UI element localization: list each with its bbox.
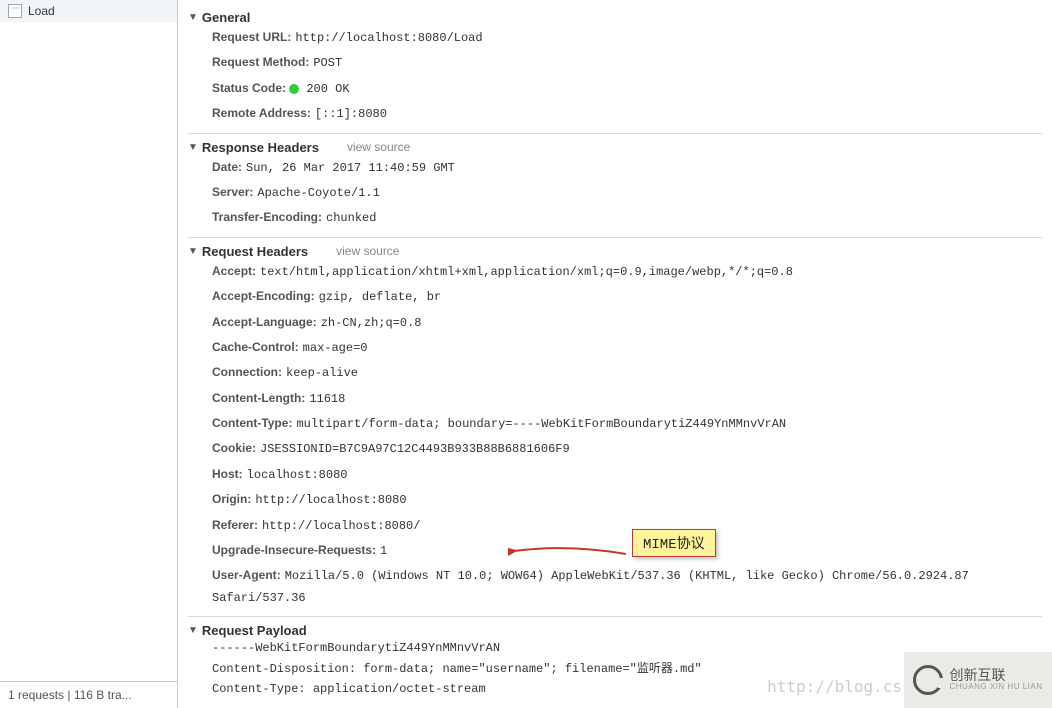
section-request-headers: ▼ Request Headers view source Accepttext… xyxy=(188,237,1042,616)
chevron-down-icon: ▼ xyxy=(188,246,198,257)
kv-connection: Connectionkeep-alive xyxy=(188,360,1042,385)
chevron-down-icon: ▼ xyxy=(188,142,198,153)
view-source-link[interactable]: view source xyxy=(336,244,399,258)
section-title-request-headers[interactable]: ▼ Request Headers view source xyxy=(188,244,1042,259)
kv-content-type: Content-Typemultipart/form-data; boundar… xyxy=(188,411,1042,436)
kv-origin: Originhttp://localhost:8080 xyxy=(188,487,1042,512)
chevron-down-icon: ▼ xyxy=(188,625,198,636)
watermark-brand: 创新互联 xyxy=(949,668,1042,683)
section-title-label: General xyxy=(202,10,250,25)
kv-request-url: Request URLhttp://localhost:8080/Load xyxy=(188,25,1042,50)
watermark-url: http://blog.cs xyxy=(767,677,902,696)
kv-accept: Accepttext/html,application/xhtml+xml,ap… xyxy=(188,259,1042,284)
kv-referer: Refererhttp://localhost:8080/ xyxy=(188,513,1042,538)
kv-date: DateSun, 26 Mar 2017 11:40:59 GMT xyxy=(188,155,1042,180)
headers-panel: ▼ General Request URLhttp://localhost:80… xyxy=(178,0,1052,708)
status-dot-icon xyxy=(289,84,299,94)
kv-upgrade-insecure-requests: Upgrade-Insecure-Requests1 xyxy=(188,538,1042,563)
section-title-response-headers[interactable]: ▼ Response Headers view source xyxy=(188,140,1042,155)
kv-status-code: Status Code 200 OK xyxy=(188,76,1042,101)
kv-user-agent: User-AgentMozilla/5.0 (Windows NT 10.0; … xyxy=(188,563,1042,610)
logo-icon xyxy=(913,665,943,695)
view-source-link[interactable]: view source xyxy=(347,140,410,154)
network-sidebar: Load 1 requests | 116 B tra... xyxy=(0,0,178,708)
chevron-down-icon: ▼ xyxy=(188,12,198,23)
watermark-logo: 创新互联 CHUANG XIN HU LIAN xyxy=(904,652,1052,708)
annotation-label: MIME协议 xyxy=(643,537,705,553)
document-icon xyxy=(8,4,22,18)
kv-cookie: CookieJSESSIONID=B7C9A97C12C4493B933B88B… xyxy=(188,436,1042,461)
section-response-headers: ▼ Response Headers view source DateSun, … xyxy=(188,133,1042,237)
kv-cache-control: Cache-Controlmax-age=0 xyxy=(188,335,1042,360)
section-title-label: Request Payload xyxy=(202,623,307,638)
kv-server: ServerApache-Coyote/1.1 xyxy=(188,180,1042,205)
kv-request-method: Request MethodPOST xyxy=(188,50,1042,75)
kv-host: Hostlocalhost:8080 xyxy=(188,462,1042,487)
kv-transfer-encoding: Transfer-Encodingchunked xyxy=(188,205,1042,230)
watermark-brand-en: CHUANG XIN HU LIAN xyxy=(949,683,1042,692)
sidebar-footer: 1 requests | 116 B tra... xyxy=(0,681,177,708)
kv-accept-language: Accept-Languagezh-CN,zh;q=0.8 xyxy=(188,310,1042,335)
request-row-label: Load xyxy=(28,4,55,18)
kv-content-length: Content-Length11618 xyxy=(188,386,1042,411)
section-title-request-payload[interactable]: ▼ Request Payload xyxy=(188,623,1042,638)
section-title-general[interactable]: ▼ General xyxy=(188,10,1042,25)
kv-accept-encoding: Accept-Encodinggzip, deflate, br xyxy=(188,284,1042,309)
request-list: Load xyxy=(0,0,177,681)
section-title-label: Response Headers xyxy=(202,140,319,155)
request-row-load[interactable]: Load xyxy=(0,0,177,22)
annotation-callout: MIME协议 xyxy=(632,529,716,557)
section-general: ▼ General Request URLhttp://localhost:80… xyxy=(188,4,1042,133)
kv-remote-address: Remote Address[::1]:8080 xyxy=(188,101,1042,126)
section-title-label: Request Headers xyxy=(202,244,308,259)
